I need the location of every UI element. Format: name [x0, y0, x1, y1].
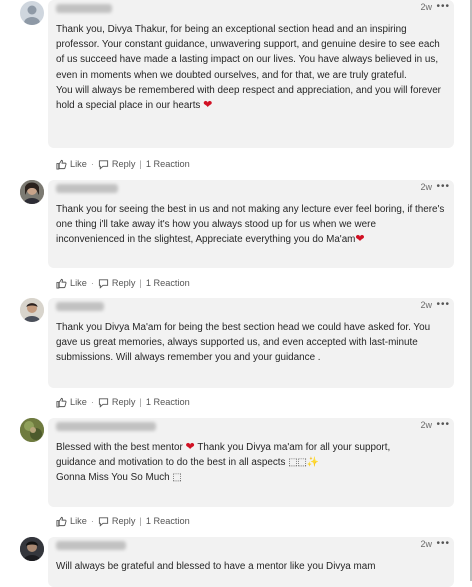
author-name[interactable]: [56, 4, 112, 13]
comment-paragraph: Thank you Divya Ma'am for being the best…: [56, 322, 431, 364]
reply-button[interactable]: Reply: [98, 159, 135, 170]
thumbs-up-icon: [56, 516, 67, 527]
comment-text: Thank you, Divya Thakur, for being an ex…: [56, 22, 446, 113]
avatar[interactable]: [20, 537, 44, 561]
comment-bubble: 2w ••• Thank you for seeing the best in …: [48, 180, 454, 268]
avatar[interactable]: [20, 418, 44, 442]
like-button[interactable]: Like: [56, 159, 87, 170]
more-dots-icon[interactable]: •••: [436, 299, 450, 310]
avatar[interactable]: [20, 298, 44, 322]
reactions-count[interactable]: 1 Reaction: [146, 278, 190, 288]
like-button[interactable]: Like: [56, 278, 87, 289]
comment-actions: Like · Reply | 1 Reaction: [56, 395, 190, 409]
comment-actions: Like · Reply | 1 Reaction: [56, 514, 190, 528]
comment-line: Gonna Miss You So Much ⬚: [56, 472, 182, 484]
avatar[interactable]: [20, 1, 44, 25]
heart-emoji: ❤: [355, 233, 365, 246]
comment-line: Blessed with the best mentor ❤ Thank you…: [56, 441, 391, 453]
timestamp: 2w: [420, 300, 432, 310]
comment-bubble: 2w ••• Thank you, Divya Thakur, for bein…: [48, 0, 454, 148]
speech-bubble-icon: [98, 397, 109, 408]
author-name[interactable]: [56, 422, 156, 431]
comment-paragraph: You will always be remembered with deep …: [56, 84, 441, 112]
more-dots-icon[interactable]: •••: [436, 419, 450, 430]
reply-button[interactable]: Reply: [98, 278, 135, 289]
comment-text: Blessed with the best mentor ❤ Thank you…: [56, 440, 446, 486]
comment-actions: Like · Reply | 1 Reaction: [56, 157, 190, 171]
avatar[interactable]: [20, 180, 44, 204]
timestamp: 2w: [420, 182, 432, 192]
comment-line: guidance and motivation to do the best i…: [56, 457, 320, 469]
like-button[interactable]: Like: [56, 397, 87, 408]
thumbs-up-icon: [56, 159, 67, 170]
comment-bubble: 2w ••• Thank you Divya Ma'am for being t…: [48, 298, 454, 388]
comment-bubble: 2w ••• Blessed with the best mentor ❤ Th…: [48, 418, 454, 507]
speech-bubble-icon: [98, 516, 109, 527]
comment-paragraph: Thank you for seeing the best in us and …: [56, 204, 445, 246]
timestamp: 2w: [420, 539, 432, 549]
comment-bubble: 2w ••• Will always be grateful and bless…: [48, 537, 454, 587]
timestamp: 2w: [420, 2, 432, 12]
comment-text: Thank you Divya Ma'am for being the best…: [56, 320, 446, 366]
timestamp: 2w: [420, 420, 432, 430]
reactions-count[interactable]: 1 Reaction: [146, 397, 190, 407]
comment-text: Will always be grateful and blessed to h…: [56, 559, 446, 574]
comment-actions: Like · Reply | 1 Reaction: [56, 276, 190, 290]
heart-emoji: ❤: [185, 441, 195, 453]
comment-text: Thank you for seeing the best in us and …: [56, 202, 446, 248]
reply-button[interactable]: Reply: [98, 516, 135, 527]
author-name[interactable]: [56, 184, 118, 193]
author-name[interactable]: [56, 541, 126, 550]
thumbs-up-icon: [56, 397, 67, 408]
speech-bubble-icon: [98, 278, 109, 289]
thumbs-up-icon: [56, 278, 67, 289]
more-dots-icon[interactable]: •••: [436, 181, 450, 192]
comment-paragraph: Will always be grateful and blessed to h…: [56, 561, 376, 572]
comment-paragraph: Thank you, Divya Thakur, for being an ex…: [56, 24, 440, 81]
author-name[interactable]: [56, 302, 104, 311]
more-dots-icon[interactable]: •••: [436, 538, 450, 549]
like-button[interactable]: Like: [56, 516, 87, 527]
reactions-count[interactable]: 1 Reaction: [146, 516, 190, 526]
reply-button[interactable]: Reply: [98, 397, 135, 408]
more-dots-icon[interactable]: •••: [436, 1, 450, 12]
heart-emoji: ❤: [203, 99, 213, 112]
reactions-count[interactable]: 1 Reaction: [146, 159, 190, 169]
speech-bubble-icon: [98, 159, 109, 170]
